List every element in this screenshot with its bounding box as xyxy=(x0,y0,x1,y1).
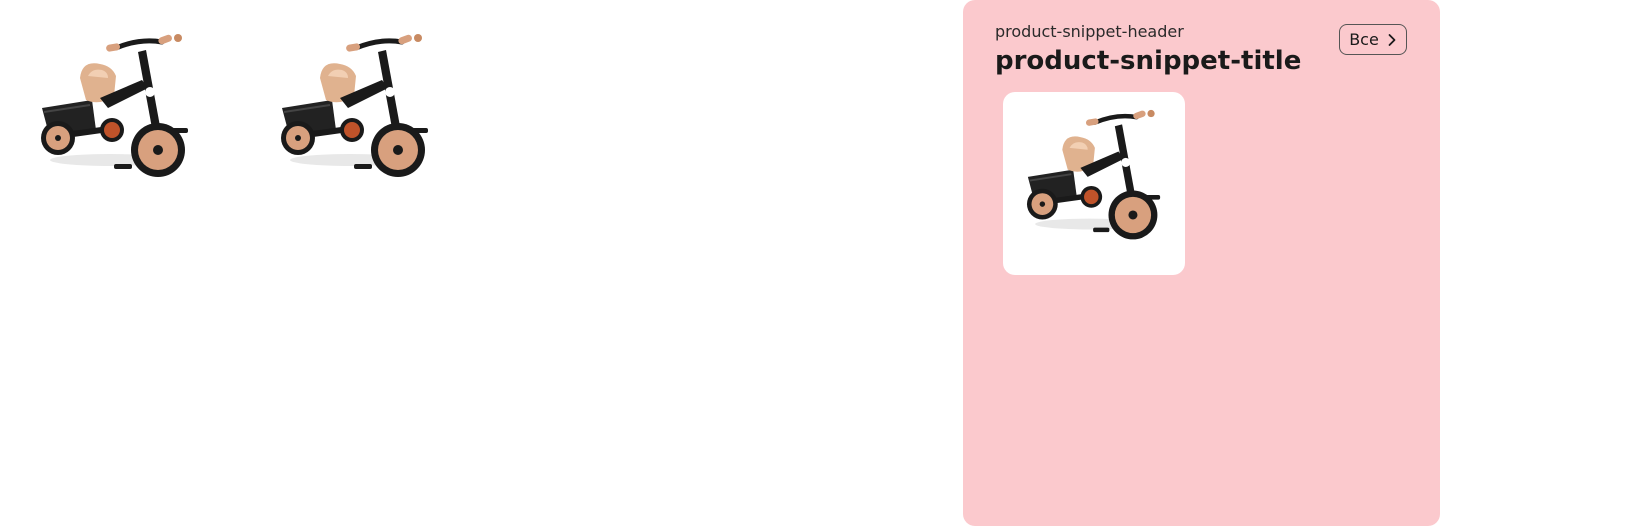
tricycle-image[interactable] xyxy=(30,30,200,195)
tricycle-icon xyxy=(30,30,200,195)
product-snippet-header: product-snippet-header xyxy=(995,22,1184,41)
chevron-right-icon xyxy=(1387,33,1397,47)
product-snippet: product-snippet-header product-snippet-t… xyxy=(963,0,1440,526)
see-all-button[interactable]: Все xyxy=(1339,24,1407,55)
product-card[interactable] xyxy=(1003,92,1185,275)
see-all-label: Все xyxy=(1349,30,1379,49)
page: product-snippet-header product-snippet-t… xyxy=(0,0,1640,526)
product-snippet-title: product-snippet-title xyxy=(995,46,1302,76)
tricycle-image[interactable] xyxy=(270,30,440,195)
tricycle-image xyxy=(1017,106,1171,256)
tricycle-icon xyxy=(270,30,440,195)
